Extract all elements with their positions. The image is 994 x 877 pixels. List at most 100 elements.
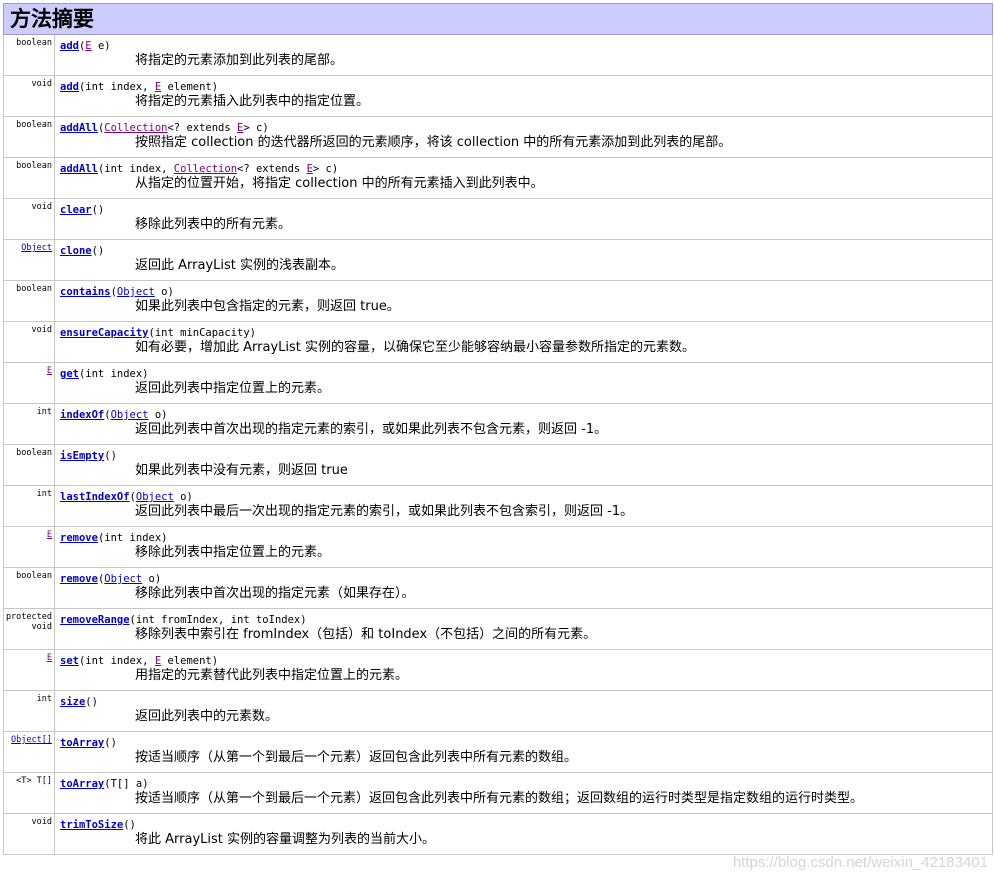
method-name-link[interactable]: add: [60, 81, 79, 93]
param-text: o): [148, 409, 168, 421]
param-type-link[interactable]: Object: [117, 286, 155, 298]
method-name-link[interactable]: contains: [60, 286, 111, 298]
method-signature: addAll(int index, Collection<? extends E…: [60, 163, 992, 176]
method-name-link[interactable]: clear: [60, 204, 92, 216]
method-description: 按照指定 collection 的迭代器所返回的元素顺序，将该 collecti…: [135, 135, 732, 150]
method-detail-cell: indexOf(Object o) 返回此列表中首次出现的指定元素的索引，或如果此…: [54, 403, 993, 445]
param-type-link[interactable]: Object: [111, 409, 149, 421]
return-type-link[interactable]: E: [47, 366, 52, 376]
param-type-link[interactable]: Collection: [104, 122, 167, 134]
method-row: boolean addAll(int index, Collection<? ex…: [3, 157, 993, 199]
method-name-link[interactable]: set: [60, 655, 79, 667]
method-name-link[interactable]: removeRange: [60, 614, 130, 626]
param-type-link[interactable]: Object: [136, 491, 174, 503]
method-signature: trimToSize(): [60, 819, 992, 832]
method-signature: clone(): [60, 245, 992, 258]
method-name-link[interactable]: trimToSize: [60, 819, 123, 831]
return-type: void: [31, 79, 52, 89]
param-text: > c): [312, 163, 339, 175]
method-name-link[interactable]: size: [60, 696, 85, 708]
param-text: (int index,: [78, 81, 155, 93]
return-type-link[interactable]: Object[]: [11, 735, 52, 745]
method-detail-cell: contains(Object o) 如果此列表中包含指定的元素，则返回 true…: [54, 280, 993, 322]
return-type-cell: boolean: [3, 444, 55, 486]
return-type-cell: E: [3, 526, 55, 568]
method-signature: lastIndexOf(Object o): [60, 491, 992, 504]
return-type-cell: void: [3, 75, 55, 117]
method-detail-cell: size() 返回此列表中的元素数。: [54, 690, 993, 732]
param-text: o): [173, 491, 193, 503]
method-description: 将此 ArrayList 实例的容量调整为列表的当前大小。: [135, 832, 436, 847]
return-type: <T> T[]: [16, 776, 52, 786]
method-name-link[interactable]: indexOf: [60, 409, 104, 421]
method-detail-cell: isEmpty() 如果此列表中没有元素，则返回 true: [54, 444, 993, 486]
return-type: boolean: [16, 284, 52, 294]
return-type: boolean: [16, 571, 52, 581]
param-text: e): [91, 40, 111, 52]
method-description: 将指定的元素插入此列表中的指定位置。: [135, 94, 370, 109]
method-signature: toArray(T[] a): [60, 778, 992, 791]
watermark: https://blog.csdn.net/weixin_42183401: [732, 854, 988, 871]
method-row: void add(int index, E element) 将指定的元素插入此列表…: [3, 75, 993, 117]
method-detail-cell: remove(int index) 移除此列表中指定位置上的元素。: [54, 526, 993, 568]
param-text: (int index): [97, 532, 168, 544]
method-row: Eset(int index, E element) 用指定的元素替代此列表中指定…: [3, 649, 993, 691]
method-detail-cell: removeRange(int fromIndex, int toIndex) 移…: [54, 608, 993, 650]
method-row: Eget(int index) 返回此列表中指定位置上的元素。: [3, 362, 993, 404]
method-signature: remove(Object o): [60, 573, 992, 586]
return-type: void: [31, 325, 52, 335]
method-name-link[interactable]: lastIndexOf: [60, 491, 130, 503]
param-text: (): [91, 245, 105, 257]
method-name-link[interactable]: toArray: [60, 737, 104, 749]
method-row: boolean isEmpty() 如果此列表中没有元素，则返回 true: [3, 444, 993, 486]
param-text: <? extends: [237, 163, 307, 175]
method-description: 返回此列表中指定位置上的元素。: [135, 381, 331, 396]
method-name-link[interactable]: add: [60, 40, 79, 52]
param-text: <? extends: [167, 122, 238, 134]
method-description: 如果此列表中没有元素，则返回 true: [135, 463, 348, 478]
return-type-cell: boolean: [3, 280, 55, 322]
return-type-link[interactable]: E: [47, 530, 52, 540]
method-signature: contains(Object o): [60, 286, 992, 299]
return-type: boolean: [16, 448, 52, 458]
method-name-link[interactable]: isEmpty: [60, 450, 104, 462]
method-detail-cell: remove(Object o) 移除此列表中首次出现的指定元素（如果存在）。: [54, 567, 993, 609]
method-name-link[interactable]: addAll: [60, 163, 98, 175]
method-row: boolean contains(Object o) 如果此列表中包含指定的元素，则…: [3, 280, 993, 322]
method-summary-body: 方法摘要 boolean add(E e) 将指定的元素添加到此列表的尾部。 void…: [3, 3, 993, 855]
return-type-link[interactable]: Object: [21, 243, 52, 253]
return-type: boolean: [16, 161, 52, 171]
param-type-link[interactable]: Object: [104, 573, 142, 585]
method-description: 按适当顺序（从第一个到最后一个元素）返回包含此列表中所有元素的数组。: [135, 750, 578, 765]
return-type-link[interactable]: E: [47, 653, 52, 663]
method-name-link[interactable]: remove: [60, 532, 98, 544]
method-detail-cell: addAll(int index, Collection<? extends E…: [54, 157, 993, 199]
method-row: int indexOf(Object o) 返回此列表中首次出现的指定元素的索引，或…: [3, 403, 993, 445]
method-name-link[interactable]: toArray: [60, 778, 104, 790]
method-description: 如果此列表中包含指定的元素，则返回 true。: [135, 299, 400, 314]
method-signature: addAll(Collection<? extends E> c): [60, 122, 992, 135]
method-row: int size() 返回此列表中的元素数。: [3, 690, 993, 732]
method-name-link[interactable]: addAll: [60, 122, 98, 134]
method-row: boolean remove(Object o) 移除此列表中首次出现的指定元素（如…: [3, 567, 993, 609]
return-type-cell: Object: [3, 239, 55, 281]
param-type-link[interactable]: Collection: [174, 163, 237, 175]
method-description: 返回此 ArrayList 实例的浅表副本。: [135, 258, 345, 273]
method-name-link[interactable]: clone: [60, 245, 92, 257]
method-description: 移除此列表中的所有元素。: [135, 217, 292, 232]
method-name-link[interactable]: ensureCapacity: [60, 327, 149, 339]
method-detail-cell: lastIndexOf(Object o) 返回此列表中最后一次出现的指定元素的索…: [54, 485, 993, 527]
param-text: (int minCapacity): [148, 327, 256, 339]
return-type: protected void: [5, 612, 52, 632]
page-title: 方法摘要: [10, 7, 94, 31]
method-detail-cell: trimToSize() 将此 ArrayList 实例的容量调整为列表的当前大小…: [54, 813, 993, 855]
method-description: 按适当顺序（从第一个到最后一个元素）返回包含此列表中所有元素的数组；返回数组的运…: [135, 791, 864, 806]
method-signature: toArray(): [60, 737, 992, 750]
param-text: (): [104, 737, 117, 749]
method-description: 移除此列表中首次出现的指定元素（如果存在）。: [135, 586, 415, 601]
method-description: 将指定的元素添加到此列表的尾部。: [135, 53, 344, 68]
method-detail-cell: add(int index, E element) 将指定的元素插入此列表中的指定…: [54, 75, 993, 117]
method-signature: clear(): [60, 204, 992, 217]
method-name-link[interactable]: remove: [60, 573, 98, 585]
method-name-link[interactable]: get: [60, 368, 79, 380]
